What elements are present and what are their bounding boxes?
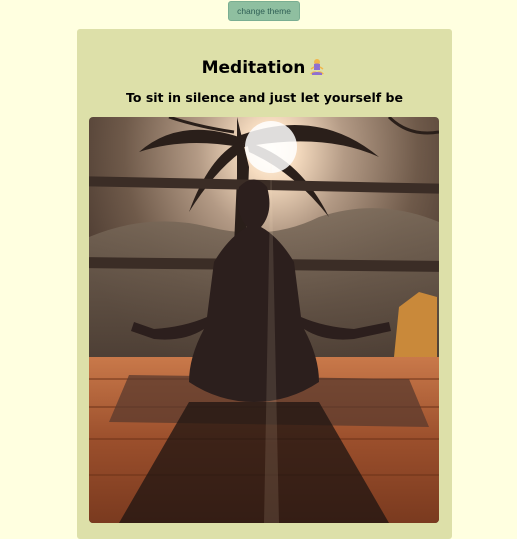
- change-theme-button[interactable]: change theme: [228, 1, 300, 21]
- page-subtitle: To sit in silence and just let yourself …: [126, 90, 403, 105]
- page-title: Meditation: [201, 58, 306, 78]
- page-title-row: Meditation: [77, 56, 452, 80]
- lotus-meditation-icon: [307, 58, 327, 78]
- meditation-photo: [89, 117, 439, 523]
